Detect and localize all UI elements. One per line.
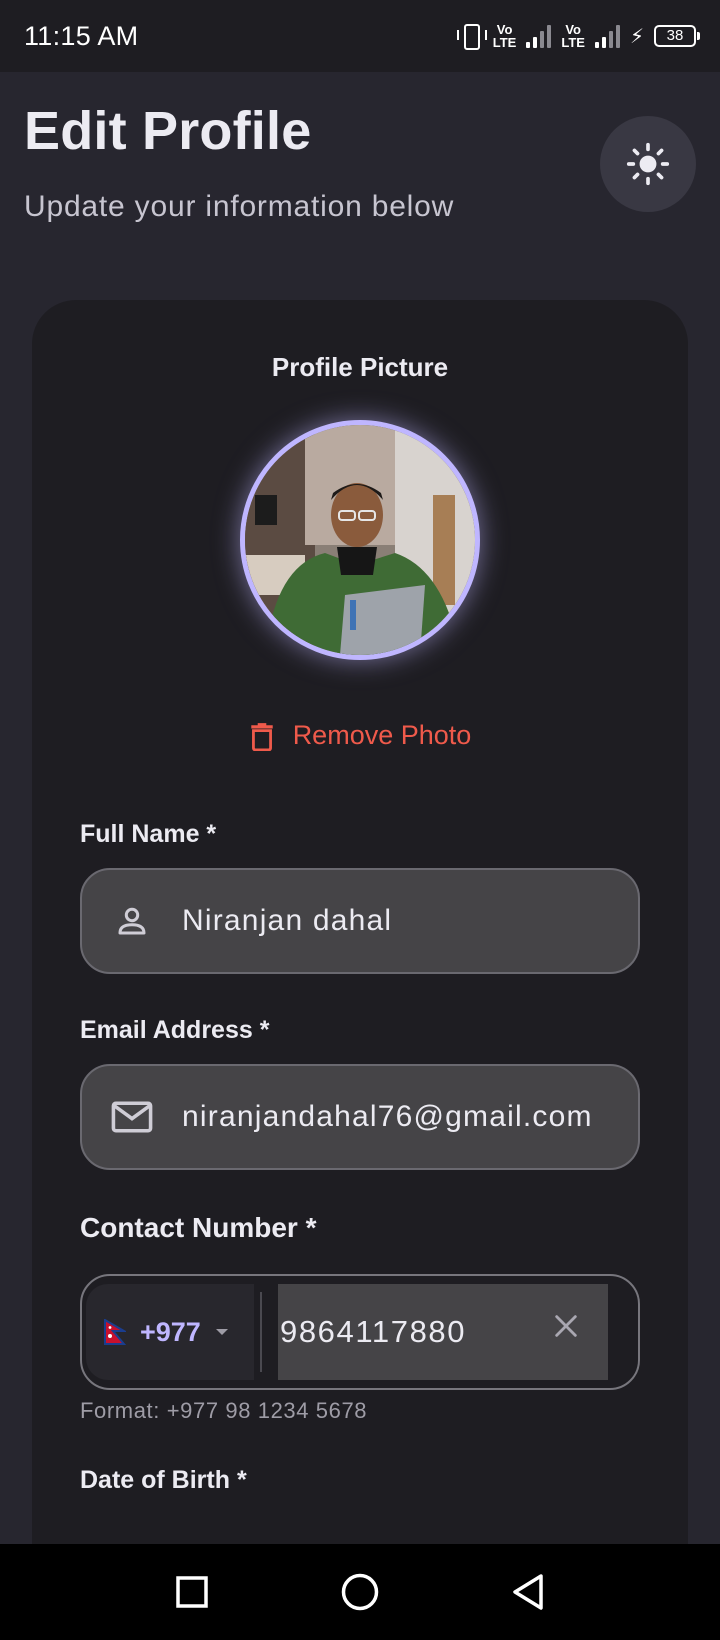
sun-icon bbox=[626, 142, 670, 186]
volte-icon: Vo LTE bbox=[492, 22, 517, 50]
vibrate-icon bbox=[456, 22, 487, 50]
email-field[interactable]: niranjandahal76@gmail.com bbox=[80, 1064, 640, 1170]
recents-icon[interactable] bbox=[175, 1575, 209, 1609]
phone-number-value: 9864117880 bbox=[280, 1314, 467, 1349]
page-title: Edit Profile bbox=[24, 101, 312, 161]
full-name-field[interactable]: Niranjan dahal bbox=[80, 868, 640, 974]
full-name-input[interactable]: Niranjan dahal bbox=[182, 904, 392, 938]
country-code: +977 bbox=[140, 1316, 201, 1347]
contact-label: Contact Number * bbox=[80, 1212, 317, 1243]
status-icons: Vo LTE Vo LTE ⚡ 38 bbox=[456, 22, 700, 50]
signal-icon-2 bbox=[594, 24, 620, 48]
screen: 11:15 AM Vo LTE Vo LTE ⚡ 38 Edit Profile U… bbox=[0, 0, 720, 1640]
profile-picture-title: Profile Picture bbox=[271, 352, 449, 382]
status-bar: 11:15 AM Vo LTE Vo LTE ⚡ 38 bbox=[0, 0, 720, 72]
chevron-down-icon bbox=[215, 1329, 228, 1335]
back-icon[interactable] bbox=[511, 1573, 545, 1611]
contact-field[interactable]: +977 9864117880 bbox=[80, 1274, 640, 1390]
battery-icon: 38 bbox=[654, 25, 700, 47]
remove-photo-label: Remove Photo bbox=[292, 720, 472, 750]
volte-icon-2: Vo LTE bbox=[561, 22, 585, 50]
page-subtitle: Update your information below bbox=[24, 190, 455, 223]
email-label: Email Address * bbox=[80, 1016, 270, 1044]
avatar[interactable] bbox=[240, 420, 480, 660]
theme-toggle-button[interactable] bbox=[600, 116, 696, 212]
home-icon[interactable] bbox=[340, 1572, 380, 1612]
full-name-label: Full Name * bbox=[80, 820, 217, 848]
phone-format-hint: Format: +977 98 1234 5678 bbox=[80, 1398, 368, 1423]
system-nav-bar bbox=[0, 1544, 720, 1640]
nepal-flag-icon bbox=[104, 1319, 126, 1345]
clear-icon[interactable] bbox=[552, 1312, 580, 1340]
remove-photo-button[interactable]: Remove Photo bbox=[32, 720, 688, 751]
status-time: 11:15 AM bbox=[24, 20, 139, 51]
person-icon bbox=[82, 903, 182, 939]
country-code-selector[interactable]: +977 bbox=[86, 1284, 254, 1380]
trash-icon bbox=[250, 722, 273, 751]
signal-icon bbox=[526, 24, 552, 48]
dob-label: Date of Birth * bbox=[80, 1466, 247, 1494]
profile-form-card: Profile Picture Remove Photo Full Name *… bbox=[32, 300, 688, 1640]
country-divider bbox=[260, 1292, 262, 1372]
mail-icon bbox=[82, 1100, 182, 1134]
charging-icon: ⚡ bbox=[629, 25, 644, 48]
avatar-photo bbox=[245, 425, 475, 655]
email-input[interactable]: niranjandahal76@gmail.com bbox=[182, 1100, 593, 1134]
